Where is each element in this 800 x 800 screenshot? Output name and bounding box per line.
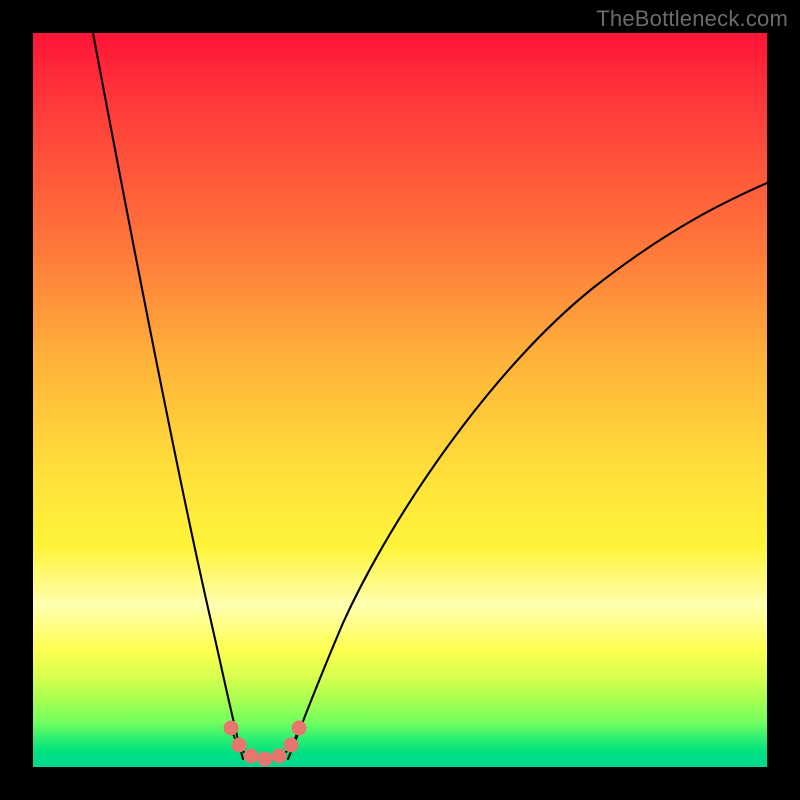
marker-dot [272, 749, 287, 764]
marker-dot [284, 738, 299, 753]
marker-dot [258, 752, 273, 767]
curve-svg [33, 33, 767, 767]
marker-dot [224, 721, 239, 736]
watermark-text: TheBottleneck.com [596, 6, 788, 32]
marker-dot [232, 738, 247, 753]
chart-frame: TheBottleneck.com [0, 0, 800, 800]
marker-dot [244, 749, 259, 764]
curve-left-branch [93, 33, 243, 759]
plot-area [33, 33, 767, 767]
marker-dot [292, 721, 307, 736]
curve-right-branch [288, 183, 767, 759]
marker-cluster [224, 721, 307, 767]
